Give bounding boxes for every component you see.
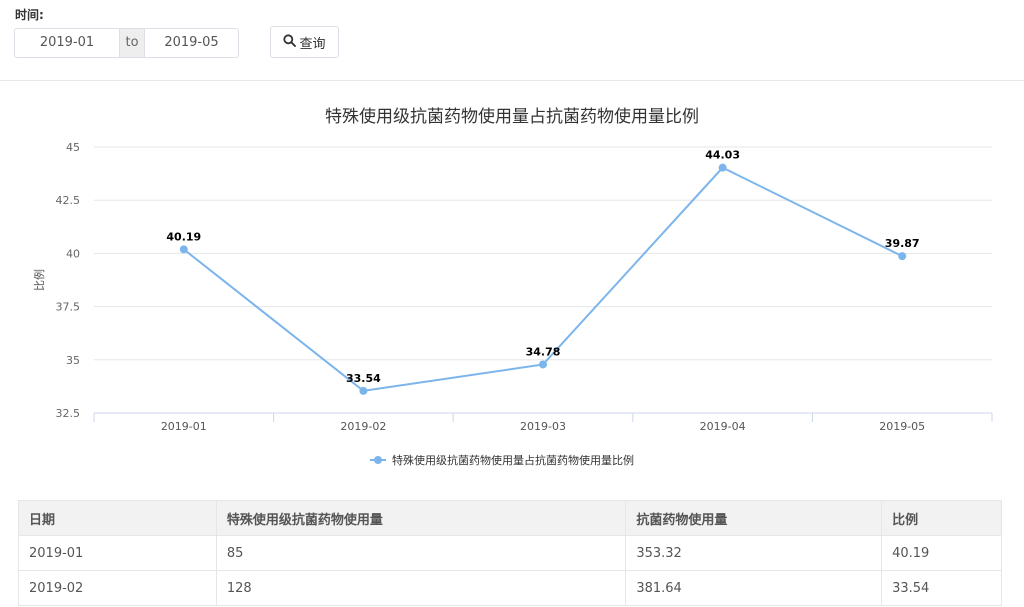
table-header-row: 日期 特殊使用级抗菌药物使用量 抗菌药物使用量 比例 [18, 500, 1002, 536]
y-tick-label: 35 [66, 354, 80, 367]
table-header-date: 日期 [18, 500, 217, 536]
y-axis-label: 比例 [32, 269, 46, 291]
data-label: 40.19 [166, 230, 201, 243]
data-point [718, 163, 727, 172]
data-label: 44.03 [705, 149, 740, 162]
range-separator: to [119, 29, 145, 57]
start-date-input[interactable]: 2019-01 [15, 29, 119, 57]
time-filter-label: 时间: [15, 8, 44, 22]
query-button-label: 查询 [299, 36, 326, 52]
table-cell: 353.32 [625, 535, 883, 571]
data-point [179, 245, 188, 254]
legend-label: 特殊使用级抗菌药物使用量占抗菌药物使用量比例 [392, 454, 634, 467]
chart-title: 特殊使用级抗菌药物使用量占抗菌药物使用量比例 [325, 107, 699, 127]
line-chart: 32.5 35 37.5 40 42.5 45 2019-01 2019-02 2019-03 2… [32, 141, 993, 433]
data-point [359, 386, 368, 395]
x-tick-label: 2019-02 [340, 420, 386, 433]
end-date-input[interactable]: 2019-05 [145, 29, 238, 57]
y-tick-label: 45 [66, 141, 80, 154]
x-tick-label: 2019-05 [879, 420, 925, 433]
table-header-ratio: 比例 [881, 500, 1002, 536]
data-label: 39.87 [885, 237, 920, 250]
data-point [898, 252, 907, 261]
y-tick-label: 42.5 [56, 194, 81, 207]
legend-marker [370, 455, 386, 465]
x-tick-label: 2019-03 [520, 420, 566, 433]
table-row: 2019-02 128 381.64 33.54 [18, 570, 1002, 606]
table-cell: 128 [215, 570, 627, 606]
table-cell: 2019-01 [18, 535, 217, 571]
date-range-picker[interactable]: 2019-01 to 2019-05 [14, 28, 239, 58]
table-row: 2019-01 85 353.32 40.19 [18, 535, 1002, 571]
search-icon [283, 33, 299, 51]
table-cell: 85 [215, 535, 627, 571]
x-tick-label: 2019-04 [700, 420, 746, 433]
table-header-total-usage: 抗菌药物使用量 [625, 500, 883, 536]
data-table: 日期 特殊使用级抗菌药物使用量 抗菌药物使用量 比例 2019-01 85 35… [18, 500, 1002, 606]
query-button[interactable]: 查询 [270, 26, 339, 58]
data-point [539, 360, 547, 369]
y-tick-label: 37.5 [56, 301, 81, 314]
data-label: 34.78 [526, 345, 561, 358]
table-cell: 33.54 [881, 570, 1002, 606]
y-tick-label: 40 [66, 247, 80, 260]
data-label: 33.54 [346, 372, 381, 385]
chart-legend[interactable]: 特殊使用级抗菌药物使用量占抗菌药物使用量比例 [370, 452, 634, 468]
y-tick-label: 32.5 [56, 407, 81, 420]
table-header-special-usage: 特殊使用级抗菌药物使用量 [215, 500, 627, 536]
table-cell: 2019-02 [18, 570, 217, 606]
x-tick-label: 2019-01 [161, 420, 207, 433]
table-cell: 40.19 [881, 535, 1002, 571]
divider [0, 80, 1024, 81]
table-cell: 381.64 [625, 570, 883, 606]
